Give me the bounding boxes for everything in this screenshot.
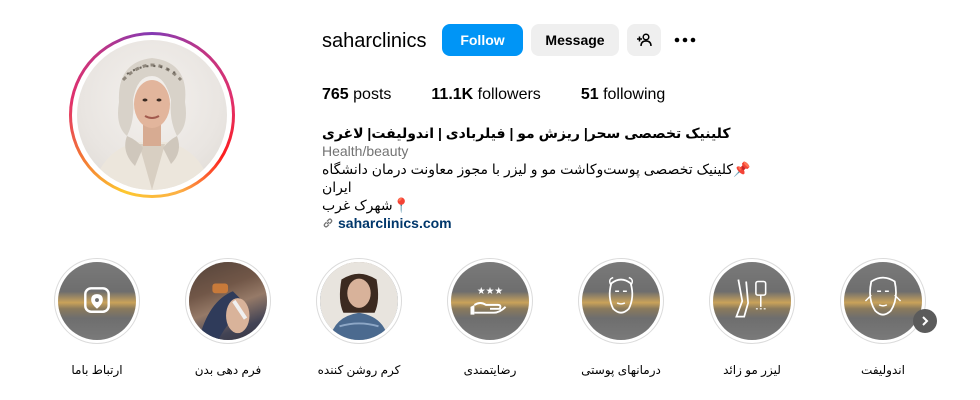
following-stat[interactable]: 51 following (581, 85, 666, 105)
body-shaping-photo (189, 262, 267, 340)
highlight-cover (582, 262, 660, 340)
highlight-ring (709, 258, 795, 344)
highlight-body-shaping[interactable]: فرم دهی بدن (178, 258, 278, 378)
highlight-satisfaction[interactable]: ★★★ رضایتمندی (440, 258, 540, 378)
profile-category: Health/beauty (322, 143, 409, 159)
story-highlights: ارتباط باما فرم دهی بدن کرم روشن کننده ★… (0, 258, 980, 388)
bio-line-2: 📍شهرک غرب (322, 197, 410, 213)
posts-stat: 765 posts (322, 85, 391, 105)
highlight-cover-photo (320, 262, 398, 340)
avatar-border (72, 35, 232, 195)
highlight-cover (713, 262, 791, 340)
highlight-cover: ★★★ (451, 262, 529, 340)
link-icon (323, 218, 333, 228)
face-icon (608, 276, 634, 314)
laser-leg-icon (735, 279, 767, 318)
highlight-skin-treatments[interactable]: درمانهای پوستی (571, 258, 671, 378)
posts-label: posts (353, 86, 392, 103)
face-lift-icon (864, 276, 902, 316)
followers-stat[interactable]: 11.1K followers (431, 85, 540, 105)
highlight-label: درمانهای پوستی (581, 363, 661, 377)
highlight-ring (185, 258, 271, 344)
brightening-cream-photo (320, 262, 398, 340)
highlight-cover-photo (189, 262, 267, 340)
highlight-cover (58, 262, 136, 340)
message-button[interactable]: Message (531, 24, 619, 56)
avatar-image (77, 40, 227, 190)
highlight-cover (844, 262, 922, 340)
location-pin-icon (84, 287, 110, 313)
highlight-ring (316, 258, 402, 344)
highlight-contact-us[interactable]: ارتباط باما (47, 258, 147, 378)
highlight-label: فرم دهی بدن (194, 363, 262, 377)
following-count: 51 (580, 86, 599, 103)
profile-full-name: کلینیک تخصصی سحر| ریزش مو | فیلربادی | ا… (322, 125, 731, 141)
highlight-label: رضایتمندی (463, 363, 517, 377)
hand-stars-icon: ★★★ (470, 286, 507, 315)
website-link-text: saharclinics.com (338, 215, 452, 231)
highlight-label: اندولیفت (861, 363, 905, 377)
avatar-portrait-graphic (92, 58, 212, 190)
chevron-right-icon (922, 316, 929, 326)
profile-website-link[interactable]: saharclinics.com (322, 214, 782, 232)
more-options-icon (674, 37, 696, 43)
highlight-label: ارتباط باما (71, 363, 123, 377)
highlight-ring: ★★★ (447, 258, 533, 344)
highlight-brightening-cream[interactable]: کرم روشن کننده (309, 258, 409, 378)
following-label: following (603, 86, 666, 103)
profile-bio: کلینیک تخصصی سحر| ریزش مو | فیلربادی | ا… (322, 124, 782, 232)
person-add-icon (637, 33, 652, 47)
highlight-ring (840, 258, 926, 344)
highlights-next-button[interactable] (913, 309, 937, 333)
bio-line-1: 📌کلینیک تخصصی پوست‌وکاشت مو و لیزر با مج… (322, 161, 751, 195)
posts-count: 765 (322, 86, 349, 103)
profile-avatar[interactable] (69, 32, 235, 198)
followers-count: 11.1K (431, 86, 474, 103)
suggest-accounts-button[interactable] (627, 24, 661, 56)
highlight-label: کرم روشن کننده (317, 363, 401, 377)
highlight-ring (578, 258, 664, 344)
follow-button[interactable]: Follow (442, 24, 523, 56)
highlight-ring (54, 258, 140, 344)
followers-label: followers (477, 86, 541, 103)
more-options-button[interactable] (668, 24, 702, 56)
profile-username: saharclinics (322, 30, 427, 52)
profile-stats: 765 posts 11.1K followers 51 following (322, 85, 705, 105)
highlight-label: لیزر مو زائد (723, 363, 781, 377)
highlight-hair-removal-laser[interactable]: لیزر مو زائد (702, 258, 802, 378)
svg-text:★★★: ★★★ (477, 286, 503, 297)
